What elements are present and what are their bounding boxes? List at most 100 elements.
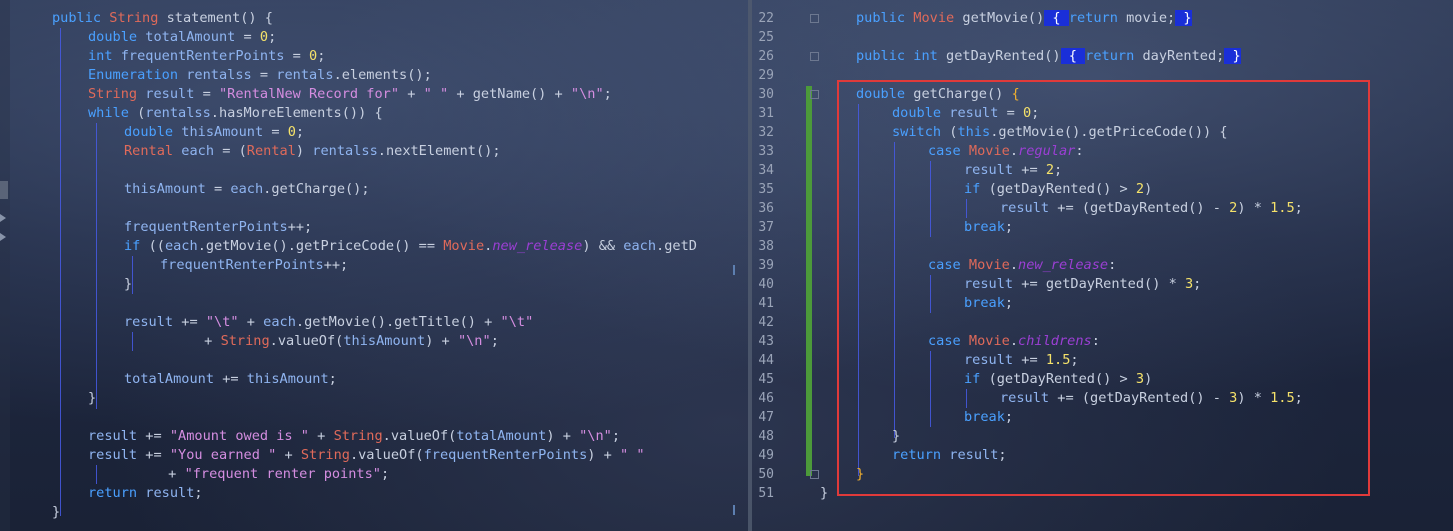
code-token: result	[124, 314, 174, 330]
fold-icon[interactable]	[810, 470, 819, 479]
code-token: =	[205, 181, 231, 197]
code-token: )	[295, 143, 313, 159]
code-line[interactable]: if ((each.getMovie().getPriceCode() == M…	[124, 237, 697, 256]
code-token: each	[230, 181, 264, 197]
code-token: ;	[603, 86, 612, 102]
code-token: "\n"	[570, 86, 604, 102]
line-number: 35	[758, 182, 774, 197]
code-line[interactable]: public String statement() {	[52, 9, 273, 28]
annotation-box	[837, 80, 1370, 496]
code-line[interactable]: thisAmount = each.getCharge();	[124, 180, 370, 199]
indent-guide	[96, 465, 97, 484]
code-line[interactable]: }	[88, 389, 96, 408]
line-number: 47	[758, 410, 774, 425]
gutter-arrow-icon	[0, 233, 6, 241]
line-number: 42	[758, 315, 774, 330]
code-token: return	[1068, 10, 1127, 26]
line-number: 29	[758, 68, 774, 83]
code-line[interactable]: int frequentRenterPoints = 0;	[88, 47, 325, 66]
code-token: frequentRenterPoints	[160, 257, 324, 273]
code-token: totalAmount	[456, 428, 547, 444]
line-number: 34	[758, 163, 774, 178]
code-token: }	[1175, 10, 1192, 26]
code-token: "\t"	[205, 314, 239, 330]
fold-icon[interactable]	[810, 90, 819, 99]
code-token: =	[235, 29, 260, 45]
line-number: 30	[758, 87, 774, 102]
code-token: +	[309, 428, 334, 444]
line-number: 25	[758, 30, 774, 45]
code-line[interactable]: Rental each = (Rental) rentalss.nextElem…	[124, 142, 501, 161]
code-token: 0	[259, 29, 269, 45]
code-token: String	[220, 333, 270, 349]
code-line[interactable]: return result;	[88, 484, 203, 503]
code-token: }	[52, 504, 61, 520]
code-token: ++;	[323, 257, 349, 273]
code-token: String	[300, 447, 350, 463]
code-token: ) +	[425, 333, 458, 349]
code-token: ) &&	[582, 238, 624, 254]
code-token: .elements();	[333, 67, 432, 83]
fold-icon[interactable]	[810, 52, 819, 61]
code-line[interactable]: while (rentalss.hasMoreElements()) {	[88, 104, 383, 123]
code-line[interactable]: result += "You earned " + String.valueOf…	[88, 446, 645, 465]
fold-icon[interactable]	[810, 14, 819, 23]
editor-pane-right[interactable]: 22 25 26 29 30 31 32 33 34 35 36 37 38 39 40 41 42 43 44 45…	[752, 0, 1453, 531]
line-number: 40	[758, 277, 774, 292]
code-token: result	[88, 428, 138, 444]
code-token: String	[333, 428, 383, 444]
code-token: ;	[295, 124, 305, 140]
code-line[interactable]: result += "\t" + each.getMovie().getTitl…	[124, 313, 533, 332]
code-token: ;	[194, 485, 203, 501]
code-token: ;	[490, 333, 499, 349]
code-token: 0	[309, 48, 318, 64]
code-token: Movie	[913, 10, 963, 26]
code-token: Movie	[443, 238, 485, 254]
left-gutter	[0, 0, 10, 531]
code-line[interactable]: double thisAmount = 0;	[124, 123, 304, 142]
code-token: {	[1044, 10, 1069, 26]
code-token: ) +	[546, 428, 580, 444]
code-line[interactable]: frequentRenterPoints++;	[160, 256, 348, 275]
code-token: each	[181, 143, 215, 159]
code-token: .valueOf(	[382, 428, 457, 444]
editor-pane-left[interactable]: public String statement() {double totalA…	[0, 0, 748, 531]
code-line[interactable]: totalAmount += thisAmount;	[124, 370, 337, 389]
line-number: 46	[758, 391, 774, 406]
change-bar	[806, 86, 812, 476]
code-line[interactable]: }	[52, 503, 60, 522]
code-line[interactable]: frequentRenterPoints++;	[124, 218, 312, 237]
line-number: 48	[758, 429, 774, 444]
code-line[interactable]: public Movie getMovie() { return movie; …	[856, 9, 1192, 28]
code-token: frequentRenterPoints	[423, 447, 588, 463]
code-token: 0	[287, 124, 296, 140]
code-token: return	[88, 485, 146, 501]
code-token: = (	[214, 143, 247, 159]
code-line[interactable]: result += "Amount owed is " + String.val…	[88, 427, 620, 446]
code-line[interactable]: }	[124, 275, 132, 294]
line-number: 51	[758, 486, 774, 501]
code-line[interactable]: Enumeration rentalss = rentals.elements(…	[88, 66, 432, 85]
code-token: }	[1224, 48, 1241, 64]
code-token: thisAmount	[343, 333, 426, 349]
code-token: ;	[317, 48, 326, 64]
code-line[interactable]: double totalAmount = 0;	[88, 28, 276, 47]
code-line[interactable]: String result = "RentalNew Record for" +…	[88, 85, 612, 104]
code-line[interactable]: public int getDayRented() { return dayRe…	[856, 47, 1241, 66]
code-token: .getMovie().getPriceCode() ==	[197, 238, 444, 254]
code-line[interactable]: }	[820, 484, 828, 503]
line-number: 31	[758, 106, 774, 121]
code-token: public	[52, 10, 110, 26]
code-token: +	[276, 447, 301, 463]
code-token: ;	[611, 428, 621, 444]
code-token: +=	[137, 428, 170, 444]
code-token: +	[196, 333, 221, 349]
code-token: Enumeration	[88, 67, 187, 83]
code-token: double	[88, 29, 146, 45]
code-token: frequentRenterPoints	[124, 219, 288, 235]
code-token: Rental	[124, 143, 182, 159]
code-line[interactable]: + String.valueOf(thisAmount) + "\n";	[196, 332, 499, 351]
code-line[interactable]: + "frequent renter points";	[160, 465, 389, 484]
code-token: .getD	[656, 238, 697, 254]
code-token: Rental	[246, 143, 296, 159]
